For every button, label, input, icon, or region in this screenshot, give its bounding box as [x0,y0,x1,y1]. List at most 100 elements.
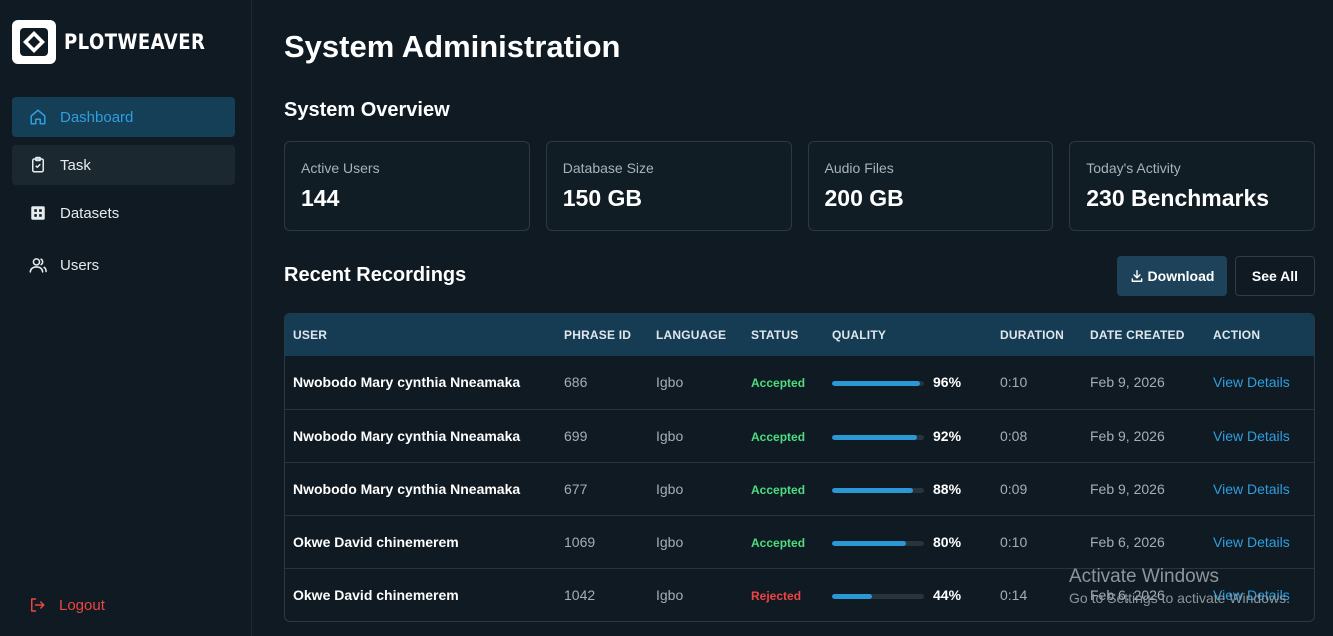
cell-duration: 0:14 [1000,587,1028,603]
quality-bar [832,488,924,493]
users-icon [28,255,48,275]
cell-language: Igbo [656,534,684,550]
cell-language: Igbo [656,587,684,603]
cell-user: Nwobodo Mary cynthia Nneamaka [293,481,521,497]
view-details-link[interactable]: View Details [1213,481,1290,497]
cell-duration: 0:09 [1000,481,1028,497]
cell-date-created: Feb 9, 2026 [1090,374,1165,390]
cell-quality-percent: 44% [933,587,962,603]
stat-label: Today's Activity [1086,160,1181,176]
sidebar-item-dashboard[interactable]: Dashboard [12,97,235,137]
stat-value: 230 Benchmarks [1086,185,1270,211]
view-details-link[interactable]: View Details [1213,534,1290,550]
cell-quality-percent: 92% [933,428,962,444]
table-row[interactable]: Okwe David chinemerem 1069 Igbo Accepted 80%… [285,515,1314,568]
column-header-duration[interactable]: DURATION [1000,328,1064,342]
quality-bar-fill [832,381,921,386]
stat-value: 200 GB [824,185,904,211]
quality-bar-fill [832,488,913,493]
recordings-actions: Download See All [1117,256,1315,296]
table-row[interactable]: Nwobodo Mary cynthia Nneamaka 686 Igbo Acce… [285,356,1314,409]
view-details-link[interactable]: View Details [1213,374,1290,390]
sidebar-item-task[interactable]: Task [12,145,235,185]
stat-label: Audio Files [824,160,894,176]
watermark-subtitle: Go to Settings to activate Windows. [1069,590,1290,606]
sidebar-item-label: Datasets [60,204,120,222]
sidebar-item-label: Users [60,256,100,274]
stat-value: 144 [301,185,340,211]
stat-card-todays-activity: Today's Activity 230 Benchmarks [1069,141,1315,231]
see-all-button[interactable]: See All [1235,256,1315,296]
cell-quality-percent: 80% [933,534,962,550]
quality-bar [832,381,924,386]
logout-label: Logout [59,596,105,614]
grid-icon [28,203,48,223]
cell-user: Nwobodo Mary cynthia Nneamaka [293,374,521,390]
status-badge: Accepted [751,376,806,390]
see-all-label: See All [1251,268,1299,284]
cell-date-created: Feb 6, 2026 [1090,534,1165,550]
stat-card-audio-files: Audio Files 200 GB [807,141,1054,231]
sidebar-nav: Dashboard Task Datasets Users [12,97,235,297]
column-header-action: ACTION [1213,328,1261,342]
cell-phrase-id: 699 [564,428,588,444]
quality-bar-fill [832,594,873,599]
status-badge: Accepted [751,483,806,497]
system-overview-title: System Overview [284,99,450,121]
table-header: USER PHRASE ID LANGUAGE STATUS QUALITY D… [285,314,1314,356]
brand-name: PLOTWEAVER [64,30,206,54]
stat-card-database-size: Database Size 150 GB [545,141,792,231]
cell-phrase-id: 677 [564,481,588,497]
column-header-quality[interactable]: QUALITY [832,328,886,342]
stat-label: Database Size [562,160,654,176]
status-badge: Accepted [751,430,806,444]
cell-date-created: Feb 9, 2026 [1090,428,1165,444]
sidebar: PLOTWEAVER Dashboard Task Datasets Users [0,0,252,636]
recent-recordings-title: Recent Recordings [284,264,467,286]
column-header-date-created[interactable]: DATE CREATED [1090,328,1185,342]
status-badge: Rejected [751,589,802,603]
quality-bar [832,594,924,599]
watermark-title: Activate Windows [1069,566,1219,587]
column-header-language[interactable]: LANGUAGE [656,328,726,342]
sidebar-item-label: Dashboard [60,108,134,126]
column-header-status[interactable]: STATUS [751,328,798,342]
clipboard-check-icon [28,155,48,175]
cell-language: Igbo [656,374,684,390]
sidebar-item-datasets[interactable]: Datasets [12,193,235,233]
cell-quality-percent: 96% [933,374,962,390]
activate-windows-watermark: Activate Windows Go to Settings to activ… [1069,566,1290,606]
cell-phrase-id: 1069 [564,534,596,550]
download-label: Download [1147,268,1215,284]
quality-bar-fill [832,435,917,440]
cell-language: Igbo [656,481,684,497]
column-header-phrase-id[interactable]: PHRASE ID [564,328,631,342]
status-badge: Accepted [751,536,806,550]
cell-phrase-id: 686 [564,374,588,390]
cell-quality-percent: 88% [933,481,962,497]
cell-user: Okwe David chinemerem [293,534,459,550]
cell-duration: 0:10 [1000,374,1028,390]
cell-user: Nwobodo Mary cynthia Nneamaka [293,428,521,444]
logout-button[interactable]: Logout [28,596,105,614]
table-row[interactable]: Nwobodo Mary cynthia Nneamaka 677 Igbo Acce… [285,462,1314,515]
table-row[interactable]: Nwobodo Mary cynthia Nneamaka 699 Igbo Acce… [285,409,1314,462]
cell-phrase-id: 1042 [564,587,596,603]
cell-date-created: Feb 9, 2026 [1090,481,1165,497]
sidebar-item-users[interactable]: Users [12,245,235,285]
stat-label: Active Users [301,160,380,176]
sidebar-item-label: Task [60,156,91,174]
quality-bar [832,541,924,546]
quality-bar-fill [832,541,906,546]
cell-duration: 0:10 [1000,534,1028,550]
download-button[interactable]: Download [1117,256,1227,296]
overview-cards: Active Users 144 Database Size 150 GB Au… [284,141,1315,231]
column-header-user[interactable]: USER [293,328,327,342]
cell-language: Igbo [656,428,684,444]
home-icon [28,107,48,127]
page-title: System Administration [284,29,621,64]
brand[interactable]: PLOTWEAVER [12,20,228,64]
stat-card-active-users: Active Users 144 [284,141,530,231]
view-details-link[interactable]: View Details [1213,428,1290,444]
download-icon [1130,269,1144,283]
